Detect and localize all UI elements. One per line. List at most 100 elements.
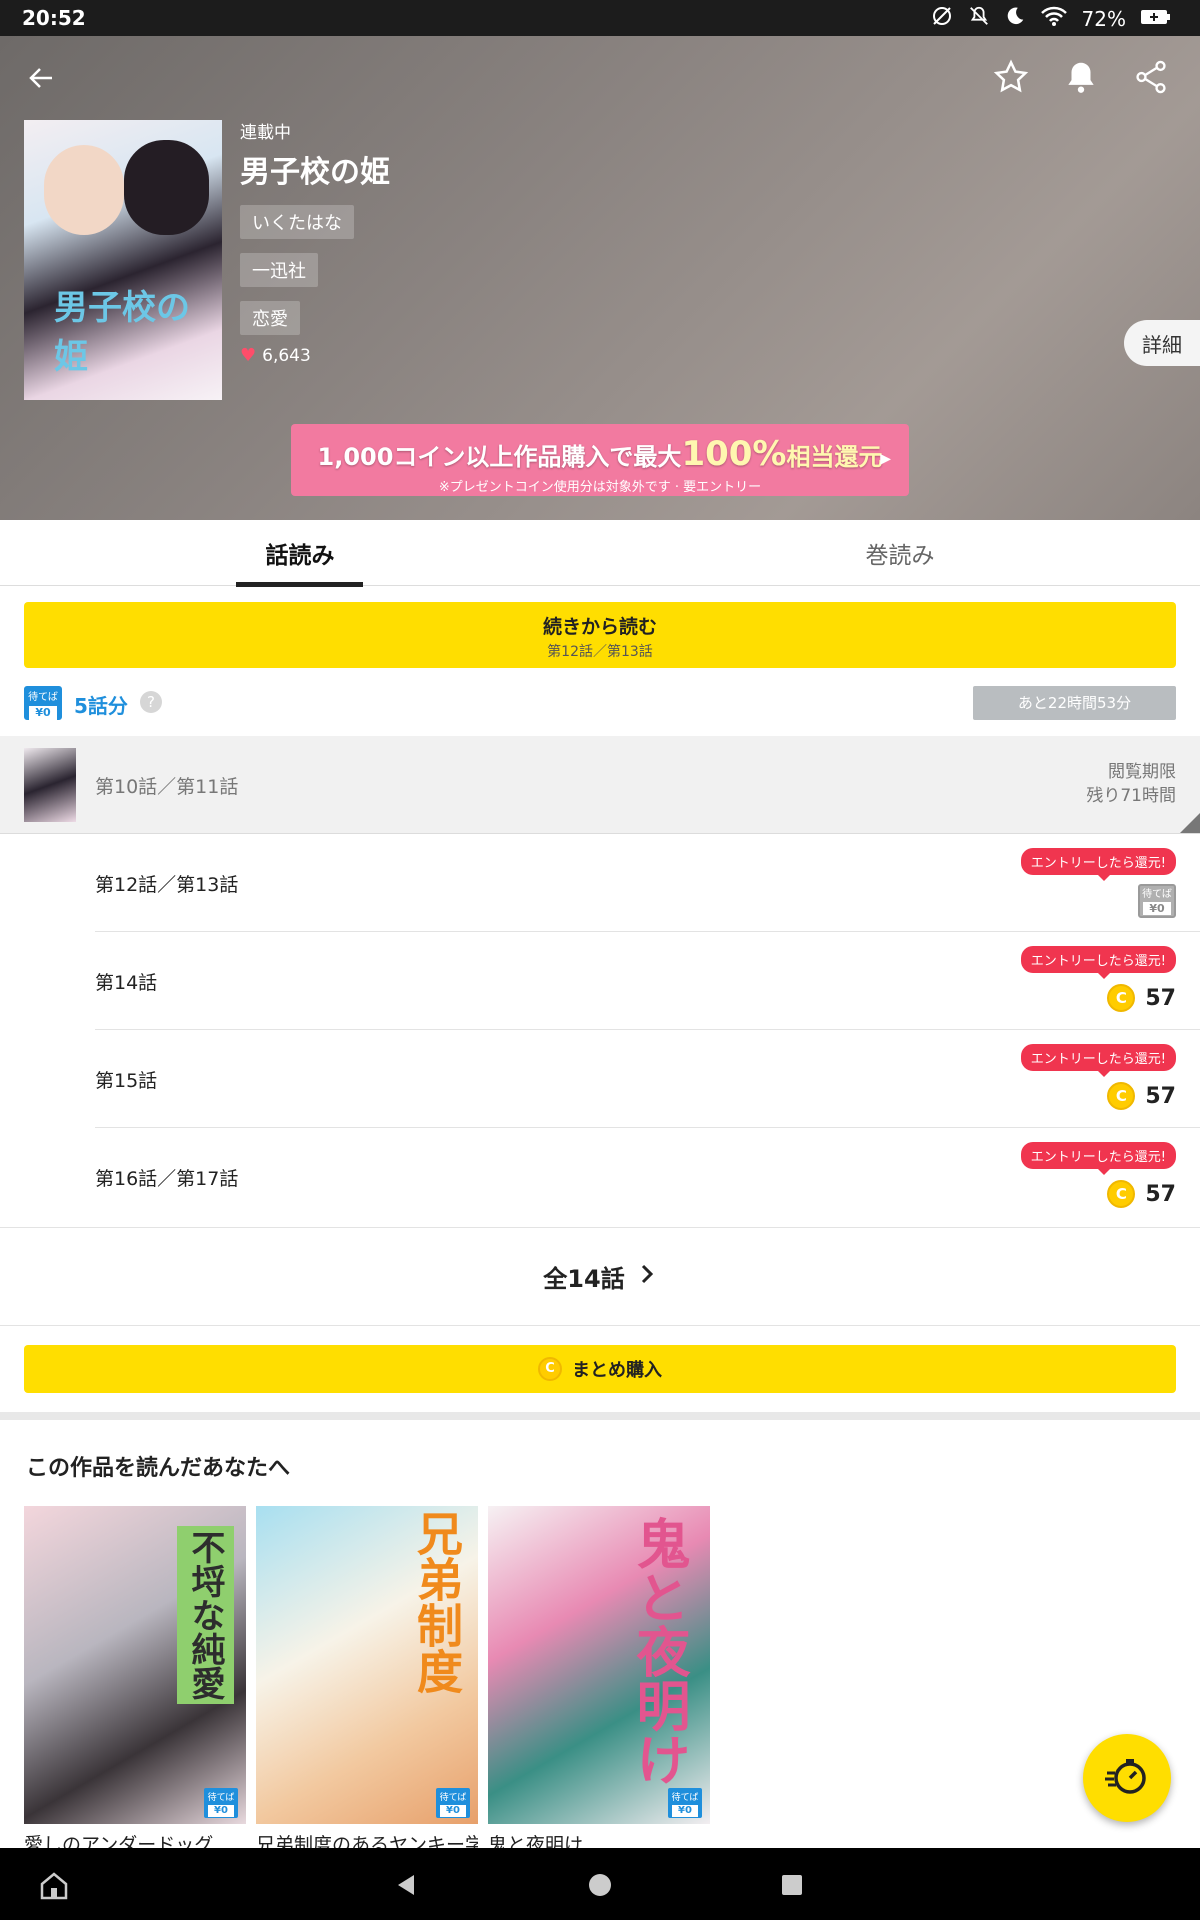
likes-count: 6,643 — [262, 345, 311, 366]
tab-volume-read[interactable]: 巻読み — [600, 520, 1200, 586]
episode-price: C 57 — [1107, 1180, 1176, 1208]
coin-icon: C — [538, 1357, 562, 1381]
wait-free-row: 待てば ¥0 5話分 ? あと22時間53分 — [24, 686, 1176, 722]
recommend-item[interactable]: 鬼と夜明け 待てば ¥0 鬼と夜明け — [488, 1506, 710, 1857]
banner-note: ※プレゼントコイン使用分は対象外です · 要エントリー — [438, 480, 762, 495]
back-arrow-icon[interactable] — [22, 56, 66, 100]
coin-icon: C — [1107, 1180, 1136, 1208]
battery-percent: 72% — [1081, 6, 1126, 31]
price-value: 57 — [1145, 985, 1176, 1011]
battery-icon — [1140, 7, 1172, 31]
chevron-right-icon — [637, 1262, 657, 1292]
publisher-tag[interactable]: 一迅社 — [240, 253, 318, 287]
episode-thumbnail — [24, 748, 76, 822]
entry-badge: エントリーしたら還元! — [1020, 1044, 1176, 1077]
cover-image: 男子校の姫 — [24, 120, 222, 400]
continue-episode: 第12話／第13話 — [547, 644, 653, 660]
wait-badge-top: 待てば — [207, 1793, 235, 1803]
cover-text: 男子校の姫 — [54, 288, 190, 377]
recommend-cover: 兄弟制度 待てば ¥0 — [256, 1506, 478, 1824]
wait-badge-top: 待てば — [671, 1793, 699, 1803]
wait-badge-bottom: ¥0 — [29, 706, 57, 720]
page-title: 男子校の姫 — [240, 155, 390, 190]
bulk-purchase-button[interactable]: C まとめ購入 — [24, 1345, 1176, 1393]
banner-suffix: 相当還元 — [786, 443, 883, 471]
cover-text: 鬼と夜明け — [627, 1516, 690, 1786]
tab-episode-read[interactable]: 話読み — [0, 520, 600, 587]
episode-row[interactable]: 第14話 エントリーしたら還元! C 57 — [95, 932, 1200, 1030]
nav-recents-icon[interactable] — [777, 1870, 807, 1900]
cover-text: 不埒な純愛 — [177, 1526, 234, 1704]
detail-button[interactable]: 詳細 — [1124, 320, 1200, 366]
recommend-list: 不埒な純愛 待てば ¥0 愛しのアンダードッグ 兄弟制度 待てば ¥0 兄弟制度… — [24, 1506, 710, 1857]
episode-title: 第15話 — [95, 1070, 158, 1092]
help-icon[interactable]: ? — [140, 691, 162, 713]
bell-icon[interactable] — [1062, 58, 1100, 96]
wait-badge-bottom: ¥0 — [440, 1805, 466, 1817]
coin-icon: C — [1107, 984, 1136, 1012]
wifi-icon — [1040, 5, 1068, 32]
moon-icon — [1004, 5, 1026, 32]
episode-row[interactable]: 第12話／第13話 エントリーしたら還元! 待てば ¥0 — [95, 834, 1200, 932]
view-limit-label: 閲覧期限 — [1108, 762, 1176, 782]
wait-badge-bottom: ¥0 — [1143, 902, 1171, 915]
section-divider — [0, 1412, 1200, 1420]
wait-free-badge: 待てば ¥0 — [204, 1788, 238, 1818]
entry-badge: エントリーしたら還元! — [1020, 848, 1176, 881]
wait-badge-bottom: ¥0 — [208, 1805, 234, 1817]
coin-icon: C — [1107, 1082, 1136, 1110]
episode-row[interactable]: 第16話／第17話 エントリーしたら還元! C 57 — [95, 1128, 1200, 1226]
likes: ♥ 6,643 — [240, 345, 390, 366]
genre-tag[interactable]: 恋愛 — [240, 301, 300, 335]
entry-badge: エントリーしたら還元! — [1020, 1142, 1176, 1175]
price-value: 57 — [1145, 1181, 1176, 1207]
share-icon[interactable] — [1132, 58, 1170, 96]
episode-title: 第12話／第13話 — [95, 874, 239, 896]
banner-prefix: 1,000コイン以上作品購入で最大 — [317, 443, 682, 471]
continue-reading-button[interactable]: 続きから読む 第12話／第13話 — [24, 602, 1176, 668]
wait-badge-top: 待てば — [28, 692, 58, 703]
wait-badge-top: 待てば — [439, 1793, 467, 1803]
view-limit: 閲覧期限 残り71時間 — [1086, 760, 1176, 808]
wait-free-badge: 待てば ¥0 — [1138, 884, 1176, 918]
tab-bar: 話読み 巻読み — [0, 520, 1200, 587]
episode-title: 第10話／第11話 — [95, 776, 239, 798]
remaining-time-badge: あと22時間53分 — [973, 686, 1176, 720]
episode-row[interactable]: 第15話 エントリーしたら還元! C 57 — [95, 1030, 1200, 1128]
home-app-icon[interactable] — [38, 1870, 68, 1900]
episode-price: C 57 — [1107, 1082, 1176, 1110]
recommend-item[interactable]: 不埒な純愛 待てば ¥0 愛しのアンダードッグ — [24, 1506, 246, 1857]
campaign-banner[interactable]: 1,000コイン以上作品購入で最大100%相当還元 ※プレゼントコイン使用分は対… — [291, 424, 909, 496]
nav-back-icon[interactable] — [392, 1870, 422, 1900]
star-icon[interactable] — [992, 58, 1030, 96]
episode-row[interactable]: 第10話／第11話 閲覧期限 残り71時間 — [0, 736, 1200, 834]
recommend-item[interactable]: 兄弟制度 待てば ¥0 兄弟制度のあるヤンキー学園で、今日も契りを迫られてます — [256, 1506, 478, 1857]
wait-badge-top: 待てば — [1142, 889, 1172, 900]
author-tag[interactable]: いくたはな — [240, 205, 354, 239]
wait-free-badge: 待てば ¥0 — [436, 1788, 470, 1818]
price-value: 57 — [1145, 1083, 1176, 1109]
wait-free-badge: 待てば ¥0 — [668, 1788, 702, 1818]
serial-status: 連載中 — [240, 123, 291, 143]
view-limit-remaining: 残り71時間 — [1086, 786, 1176, 806]
wait-badge-bottom: ¥0 — [672, 1805, 698, 1817]
all-episodes-link[interactable]: 全14話 — [0, 1227, 1200, 1326]
recommend-cover: 不埒な純愛 待てば ¥0 — [24, 1506, 246, 1824]
mute-icon — [968, 5, 990, 32]
recommend-heading: この作品を読んだあなたへ — [26, 1456, 291, 1481]
heart-icon: ♥ — [240, 345, 257, 366]
stopwatch-icon — [1104, 1753, 1150, 1803]
data-saver-icon — [930, 4, 954, 33]
recommend-cover: 鬼と夜明け 待てば ¥0 — [488, 1506, 710, 1824]
corner-fold-icon — [1180, 813, 1200, 833]
continue-label: 続きから読む — [542, 616, 657, 638]
nav-home-icon[interactable] — [585, 1870, 615, 1900]
episode-list: 第10話／第11話 閲覧期限 残り71時間 第12話／第13話 エントリーしたら… — [0, 736, 1200, 1226]
status-bar: 20:52 72% — [0, 0, 1200, 36]
cover-text: 兄弟制度 — [410, 1510, 464, 1694]
quick-read-button[interactable] — [1083, 1734, 1171, 1822]
banner-arrow-icon: ▶ — [880, 451, 891, 467]
banner-highlight: 100% — [681, 434, 787, 474]
bulk-purchase-label: まとめ購入 — [572, 1360, 662, 1381]
wait-free-count: 5話分 — [74, 694, 128, 718]
